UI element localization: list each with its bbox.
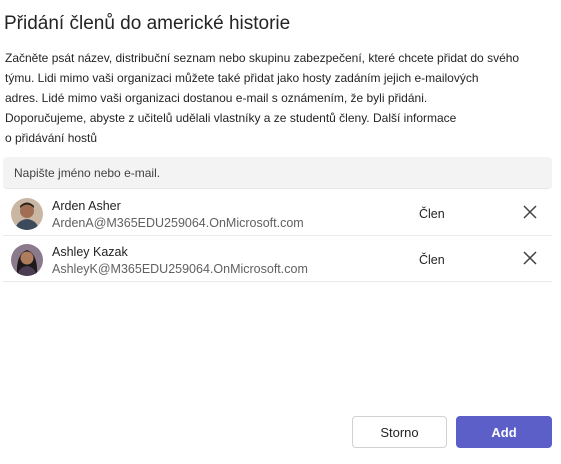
member-role-dropdown[interactable]: Člen bbox=[419, 253, 445, 267]
member-row: Ashley Kazak AshleyK@M365EDU259064.OnMic… bbox=[3, 236, 552, 282]
close-icon bbox=[523, 205, 537, 219]
dialog-description: Začněte psát název, distribuční seznam n… bbox=[5, 48, 525, 148]
add-button[interactable]: Add bbox=[456, 416, 552, 448]
member-email: ArdenA@M365EDU259064.OnMicrosoft.com bbox=[52, 216, 304, 230]
remove-member-button[interactable] bbox=[521, 249, 539, 267]
remove-member-button[interactable] bbox=[521, 203, 539, 221]
member-role-dropdown[interactable]: Člen bbox=[419, 207, 445, 221]
description-line: Doporučujeme, abyste z učitelů udělali v… bbox=[5, 111, 457, 125]
dialog-title: Přidání členů do americké historie bbox=[4, 13, 291, 34]
avatar bbox=[11, 244, 43, 276]
cancel-button[interactable]: Storno bbox=[352, 416, 447, 448]
member-name: Ashley Kazak bbox=[52, 245, 128, 259]
close-icon bbox=[523, 251, 537, 265]
member-email: AshleyK@M365EDU259064.OnMicrosoft.com bbox=[52, 262, 308, 276]
add-members-dialog: Přidání členů do americké historie Začně… bbox=[0, 0, 561, 464]
description-line: adres. Lidé mimo vaši organizaci dostano… bbox=[5, 91, 428, 105]
member-search-input[interactable] bbox=[3, 157, 552, 188]
member-row: Arden Asher ArdenA@M365EDU259064.OnMicro… bbox=[3, 190, 552, 236]
member-search-field[interactable] bbox=[3, 157, 552, 189]
description-line: Začněte psát název, distribuční seznam n… bbox=[5, 51, 520, 65]
member-list: Arden Asher ArdenA@M365EDU259064.OnMicro… bbox=[3, 190, 552, 282]
member-name: Arden Asher bbox=[52, 199, 121, 213]
learn-more-link[interactable]: o přidávání hostů bbox=[5, 128, 525, 148]
description-line: týmu. Lidi mimo vaši organizaci můžete t… bbox=[5, 71, 479, 85]
avatar bbox=[11, 198, 43, 230]
